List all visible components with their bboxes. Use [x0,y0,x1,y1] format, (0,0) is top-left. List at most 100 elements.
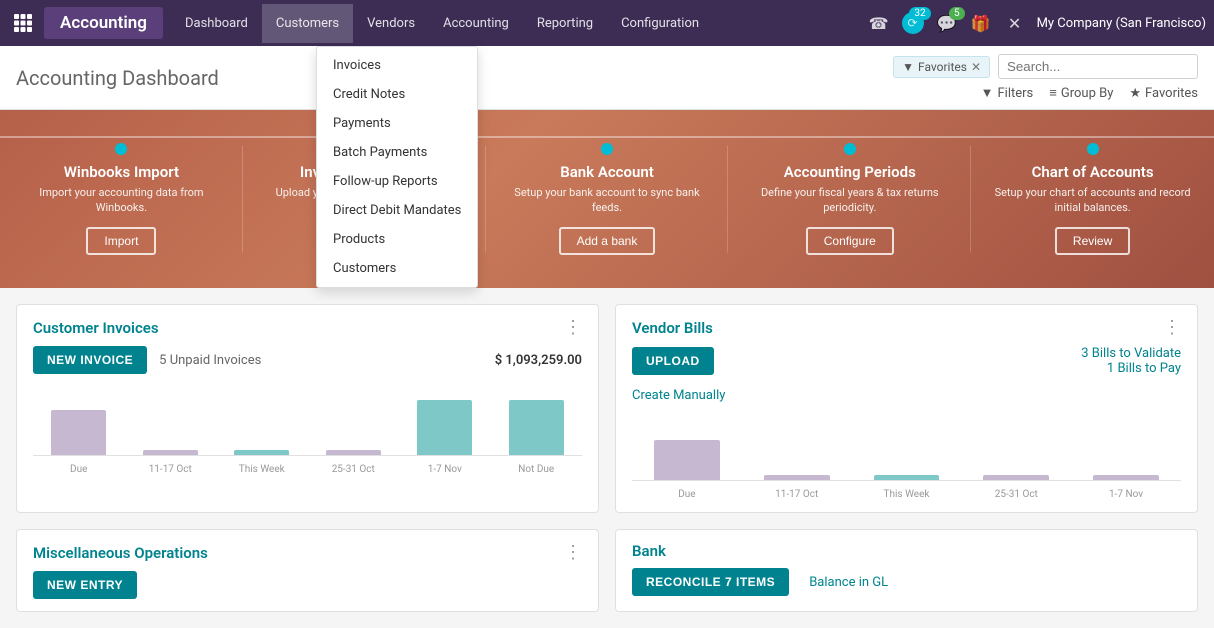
bar-nov1-bar [417,400,472,455]
bills-to-validate[interactable]: 3 Bills to Validate [726,346,1181,361]
activity-badge: 32 [909,7,930,20]
groupby-button[interactable]: ≡ Group By [1049,85,1113,101]
messages-badge: 5 [949,7,965,20]
hero-btn-bank[interactable]: Add a bank [559,227,656,255]
vendor-bills-menu-icon[interactable]: ⋮ [1163,317,1181,338]
misc-operations-title: Miscellaneous Operations [33,544,208,562]
filter-bar: ▼ Filters ≡ Group By ★ Favorites [981,85,1198,101]
vbar-thisweek-bar [874,475,940,480]
nav-configuration[interactable]: Configuration [607,4,713,43]
dropdown-item-followup[interactable]: Follow-up Reports [317,167,477,196]
hero-desc-periods: Define your fiscal years & tax returns p… [744,185,955,216]
bar-due [33,386,125,455]
brand-label[interactable]: Accounting [44,7,163,39]
hero-btn-chart[interactable]: Review [1055,227,1130,255]
bank-header: Bank [616,530,1197,568]
favorites-button[interactable]: ★ Favorites [1129,86,1198,101]
nav-dashboard[interactable]: Dashboard [171,4,262,43]
bar-label-thisweek: This Week [239,464,285,475]
customer-invoices-chart [33,386,582,456]
misc-operations-card: Miscellaneous Operations ⋮ NEW ENTRY [16,529,599,612]
favorites-close-icon[interactable]: ✕ [971,60,981,74]
nav-customers[interactable]: Customers [262,4,353,43]
customer-invoices-header: Customer Invoices ⋮ [17,305,598,346]
bar-due-bar [51,410,106,455]
misc-operations-header: Miscellaneous Operations ⋮ [17,530,598,571]
bar-oct11-bar [143,450,198,455]
hero-title-periods: Accounting Periods [784,163,916,181]
dropdown-item-batch-payments[interactable]: Batch Payments [317,138,477,167]
customer-invoices-body: NEW INVOICE 5 Unpaid Invoices $ 1,093,25… [17,346,598,487]
dropdown-item-direct-debit[interactable]: Direct Debit Mandates [317,196,477,225]
hero-desc-bank: Setup your bank account to sync bank fee… [502,185,713,216]
invoices-amount: $ 1,093,259.00 [495,353,582,368]
nav-reporting[interactable]: Reporting [523,4,607,43]
vbar-label-nov1: 1-7 Nov [1109,489,1143,500]
activity-icon[interactable]: ⟳ 32 [901,11,925,35]
bar-label-oct25: 25-31 Oct [332,464,375,475]
new-entry-button[interactable]: NEW ENTRY [33,571,137,599]
company-label[interactable]: My Company (San Francisco) [1037,16,1206,31]
dropdown-item-products[interactable]: Products [317,225,477,254]
hero-dot-bank [601,143,613,155]
search-input[interactable] [998,54,1198,79]
hero-dot-winbooks [115,143,127,155]
filters-button[interactable]: ▼ Filters [981,85,1034,101]
hero-desc-chart: Setup your chart of accounts and record … [987,185,1198,216]
vendor-bills-card: Vendor Bills ⋮ UPLOAD 3 Bills to Validat… [615,304,1198,513]
upload-button[interactable]: UPLOAD [632,347,714,375]
dropdown-item-payments[interactable]: Payments [317,109,477,138]
dropdown-item-credit-notes[interactable]: Credit Notes [317,80,477,109]
customer-invoices-menu-icon[interactable]: ⋮ [564,317,582,338]
unpaid-invoices-label: 5 Unpaid Invoices [159,353,261,368]
new-invoice-button[interactable]: NEW INVOICE [33,346,147,374]
vbar-oct25 [961,411,1071,480]
messages-icon[interactable]: 💬 5 [935,11,959,35]
hero-card-bank: Bank Account Setup your bank account to … [486,110,729,288]
main-content: Customer Invoices ⋮ NEW INVOICE 5 Unpaid… [0,288,1214,628]
apps-icon[interactable] [8,8,38,38]
hero-dot-chart [1087,143,1099,155]
hero-section: Winbooks Import Import your accounting d… [0,110,1214,288]
bank-body: RECONCILE 7 ITEMS Balance in GL [616,568,1197,608]
bills-to-pay[interactable]: 1 Bills to Pay [726,361,1181,376]
dropdown-item-invoices[interactable]: Invoices [317,51,477,80]
gift-icon[interactable]: 🎁 [969,11,993,35]
vendor-bills-body: UPLOAD 3 Bills to Validate 1 Bills to Pa… [616,346,1197,512]
nav-right-icons: ☎ ⟳ 32 💬 5 🎁 ✕ My Company (San Francisco… [867,11,1206,35]
favorites-label: Favorites [918,60,967,74]
favorites-tag[interactable]: ▼ Favorites ✕ [893,56,990,78]
dropdown-item-customers[interactable]: Customers [317,254,477,283]
vendor-bills-header: Vendor Bills ⋮ [616,305,1197,346]
vbar-nov1-bar [1093,475,1159,480]
customer-invoices-card: Customer Invoices ⋮ NEW INVOICE 5 Unpaid… [16,304,599,513]
filter-label: Filters [997,86,1033,101]
hero-card-winbooks: Winbooks Import Import your accounting d… [0,110,243,288]
groupby-icon: ≡ [1049,85,1057,101]
phone-icon[interactable]: ☎ [867,11,891,35]
misc-menu-icon[interactable]: ⋮ [564,542,582,563]
hero-btn-periods[interactable]: Configure [806,227,894,255]
create-manually-link[interactable]: Create Manually [632,388,725,403]
vbar-nov1 [1071,411,1181,480]
vendor-bills-chart [632,411,1181,481]
balance-in-gl-link[interactable]: Balance in GL [809,575,888,590]
reconcile-button[interactable]: RECONCILE 7 ITEMS [632,568,789,596]
sub-header: Accounting Dashboard ▼ Favorites ✕ ▼ Fil… [0,46,1214,110]
bar-label-oct11: 11-17 Oct [149,464,192,475]
close-icon[interactable]: ✕ [1003,11,1027,35]
nav-vendors[interactable]: Vendors [353,4,429,43]
bar-oct11 [125,386,217,455]
customer-invoices-stats: 5 Unpaid Invoices $ 1,093,259.00 [159,353,582,368]
hero-card-periods: Accounting Periods Define your fiscal ye… [728,110,971,288]
vbar-label-oct11: 11-17 Oct [775,489,818,500]
hero-btn-winbooks[interactable]: Import [86,227,156,255]
bar-notdue-bar [509,400,564,455]
nav-accounting[interactable]: Accounting [429,4,523,43]
bank-title: Bank [632,542,666,560]
vbar-oct11 [742,411,852,480]
hero-cards: Winbooks Import Import your accounting d… [0,110,1214,288]
bar-label-nov1: 1-7 Nov [428,464,462,475]
vbar-thisweek [852,411,962,480]
page-title: Accounting Dashboard [16,66,219,90]
